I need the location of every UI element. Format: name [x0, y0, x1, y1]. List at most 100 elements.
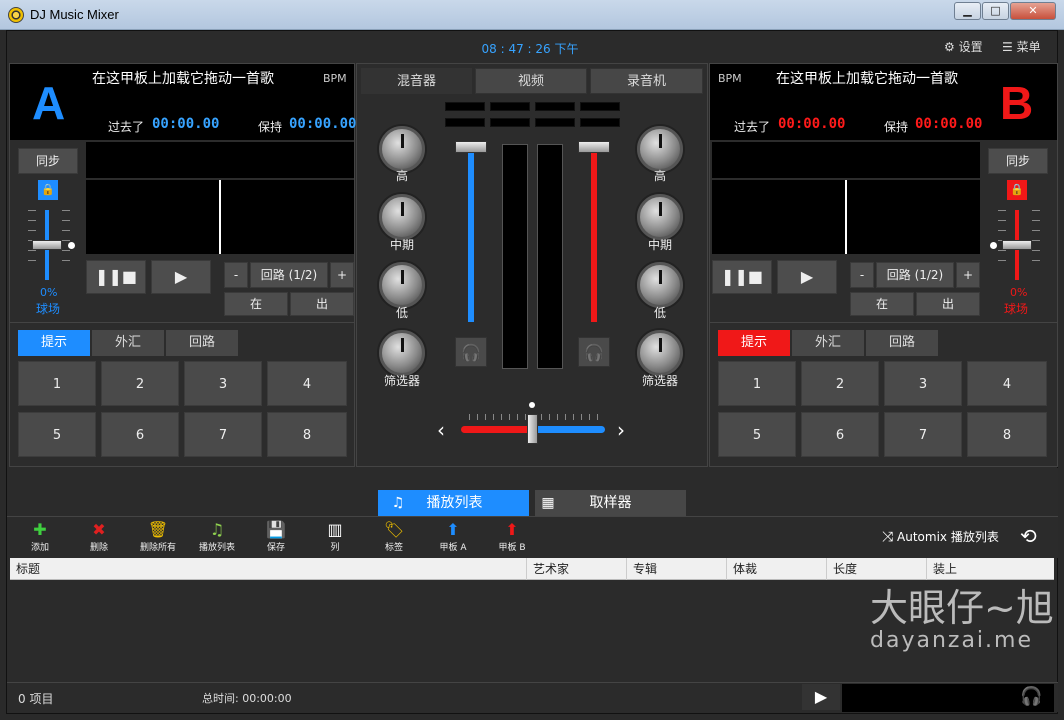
- deck-a-filter-label: 筛选器: [383, 374, 420, 388]
- delete-all-button[interactable]: 🗑 删除所有: [133, 520, 183, 553]
- deck-a-pad-7[interactable]: 7: [184, 412, 262, 457]
- delete-button[interactable]: ✖ 删除: [74, 520, 124, 553]
- deck-a-eq-mid-label: 中期: [389, 238, 414, 252]
- deck-b-letter: B: [1000, 77, 1034, 129]
- deck-b-headphone-button[interactable]: 🎧: [578, 337, 610, 367]
- deck-a-volume-fader[interactable]: [455, 141, 487, 153]
- tab-playlist[interactable]: ♫ 播放列表: [378, 490, 529, 516]
- deck-b-eq-mid-knob[interactable]: [637, 194, 683, 240]
- deck-b-loop-in-button[interactable]: 在: [850, 292, 914, 316]
- minimize-button[interactable]: ▁: [954, 2, 981, 20]
- deck-b-tab-loop[interactable]: 回路: [866, 330, 938, 356]
- deck-b-play-button[interactable]: ▶: [777, 260, 837, 294]
- deck-b-loop-minus-button[interactable]: -: [850, 262, 874, 288]
- preview-play-button[interactable]: ▶: [802, 684, 840, 710]
- deck-b-eq-high-knob[interactable]: [637, 126, 683, 172]
- deck-b-eq-low-knob[interactable]: [637, 262, 683, 308]
- deck-a-loop-in-button[interactable]: 在: [224, 292, 288, 316]
- deck-b-sync-button[interactable]: 同步: [988, 148, 1048, 174]
- deck-b-loop-out-button[interactable]: 出: [916, 292, 980, 316]
- deck-b-pad-4[interactable]: 4: [967, 361, 1047, 406]
- deck-a-tab-fx[interactable]: 外汇: [92, 330, 164, 356]
- column-album[interactable]: 专辑: [626, 558, 726, 580]
- deck-a-overview-wave[interactable]: [86, 142, 354, 178]
- deck-a-eq-high-knob[interactable]: [379, 126, 425, 172]
- mixer-tab-mixer[interactable]: 混音器: [361, 68, 472, 94]
- deck-b-lock-icon[interactable]: 🔒: [1007, 180, 1027, 200]
- deck-a-pad-1[interactable]: 1: [18, 361, 96, 406]
- deck-a-loop-button[interactable]: 回路 (1/2): [250, 262, 328, 288]
- column-loaded[interactable]: 装上: [926, 558, 1026, 580]
- menu-button[interactable]: ☰ 菜单: [1002, 38, 1041, 55]
- deck-b-pad-6[interactable]: 6: [801, 412, 879, 457]
- column-artist[interactable]: 艺术家: [526, 558, 626, 580]
- deck-b-elapsed-label: 过去了: [734, 120, 771, 134]
- preview-headphones-icon[interactable]: 🎧: [1020, 686, 1042, 707]
- deck-a-filter-knob[interactable]: [379, 330, 425, 376]
- deck-b-pitch-slider[interactable]: [1002, 240, 1032, 250]
- crossfader-left-chevron-icon[interactable]: ‹: [437, 418, 445, 442]
- crossfader-knob[interactable]: [527, 414, 538, 444]
- tab-sampler[interactable]: ▦ 取样器: [535, 490, 686, 516]
- deck-a-tab-cue[interactable]: 提示: [18, 330, 90, 356]
- deck-a-loop-plus-button[interactable]: +: [330, 262, 354, 288]
- deck-b-pad-8[interactable]: 8: [967, 412, 1047, 457]
- deck-b-pad-2[interactable]: 2: [801, 361, 879, 406]
- automix-button[interactable]: ⤨ Automix 播放列表: [882, 528, 999, 545]
- deck-a-tab-loop[interactable]: 回路: [166, 330, 238, 356]
- playlist-table-header: 标题 艺术家 专辑 体裁 长度 装上: [10, 558, 1054, 580]
- meter-top-5: [445, 118, 485, 127]
- deck-a-loop-out-button[interactable]: 出: [290, 292, 354, 316]
- mixer-tab-video[interactable]: 视频: [475, 68, 587, 94]
- column-genre[interactable]: 体裁: [726, 558, 826, 580]
- deck-a-eq-mid-knob[interactable]: [379, 194, 425, 240]
- deck-a-headphone-button[interactable]: 🎧: [455, 337, 487, 367]
- deck-a-eq-low-knob[interactable]: [379, 262, 425, 308]
- tab-playlist-label: 播放列表: [426, 495, 483, 511]
- deck-a-pad-4[interactable]: 4: [267, 361, 347, 406]
- to-deck-a-button[interactable]: ⬆ 甲板 A: [428, 520, 478, 553]
- deck-b-overview-wave[interactable]: [712, 142, 980, 178]
- deck-a-pad-6[interactable]: 6: [101, 412, 179, 457]
- hamburger-icon: ☰: [1002, 40, 1013, 54]
- deck-b-loop-button[interactable]: 回路 (1/2): [876, 262, 954, 288]
- deck-b-pad-1[interactable]: 1: [718, 361, 796, 406]
- deck-a-play-button[interactable]: ▶: [151, 260, 211, 294]
- deck-b-pitch-label: 球场: [1004, 302, 1029, 316]
- crossfader-right-chevron-icon[interactable]: ›: [617, 418, 625, 442]
- mixer-tab-recorder[interactable]: 录音机: [590, 68, 703, 94]
- tag-button[interactable]: 🏷 标签: [369, 520, 419, 553]
- deck-a-pad-5[interactable]: 5: [18, 412, 96, 457]
- deck-b-pad-7[interactable]: 7: [884, 412, 962, 457]
- deck-b-filter-knob[interactable]: [637, 330, 683, 376]
- to-deck-b-button[interactable]: ⬆ 甲板 B: [487, 520, 537, 553]
- x-icon: ✖: [92, 520, 106, 539]
- deck-a-pad-8[interactable]: 8: [267, 412, 347, 457]
- deck-a-sync-button[interactable]: 同步: [18, 148, 78, 174]
- deck-a-pitch-slider[interactable]: [32, 240, 62, 250]
- columns-button[interactable]: ▥ 列: [310, 520, 360, 553]
- deck-a-pad-3[interactable]: 3: [184, 361, 262, 406]
- deck-a-lock-icon[interactable]: 🔒: [38, 180, 58, 200]
- repeat-icon[interactable]: ⟲: [1020, 524, 1037, 548]
- save-button[interactable]: 💾 保存: [251, 520, 301, 553]
- deck-a-loop-minus-button[interactable]: -: [224, 262, 248, 288]
- column-title[interactable]: 标题: [10, 558, 526, 580]
- deck-a-pad-2[interactable]: 2: [101, 361, 179, 406]
- column-length[interactable]: 长度: [826, 558, 926, 580]
- deck-b-pad-3[interactable]: 3: [884, 361, 962, 406]
- deck-b-volume-fader[interactable]: [578, 141, 610, 153]
- close-button[interactable]: ✕: [1010, 2, 1056, 20]
- meter-top-2: [490, 102, 530, 111]
- maximize-button[interactable]: □: [982, 2, 1009, 20]
- settings-button[interactable]: ⚙ 设置: [944, 38, 983, 55]
- deck-b-pad-5[interactable]: 5: [718, 412, 796, 457]
- playlist-button[interactable]: ♫ 播放列表: [192, 520, 242, 553]
- deck-b-loop-plus-button[interactable]: +: [956, 262, 980, 288]
- deck-b-tab-cue[interactable]: 提示: [718, 330, 790, 356]
- deck-b: BPM 在这甲板上加载它拖动一首歌 B 过去了 00:00.00 保持 00:0…: [709, 63, 1058, 467]
- deck-a-cue-stop-button[interactable]: ❚❚■: [86, 260, 146, 294]
- deck-b-cue-stop-button[interactable]: ❚❚■: [712, 260, 772, 294]
- deck-b-tab-fx[interactable]: 外汇: [792, 330, 864, 356]
- add-button[interactable]: ✚ 添加: [15, 520, 65, 553]
